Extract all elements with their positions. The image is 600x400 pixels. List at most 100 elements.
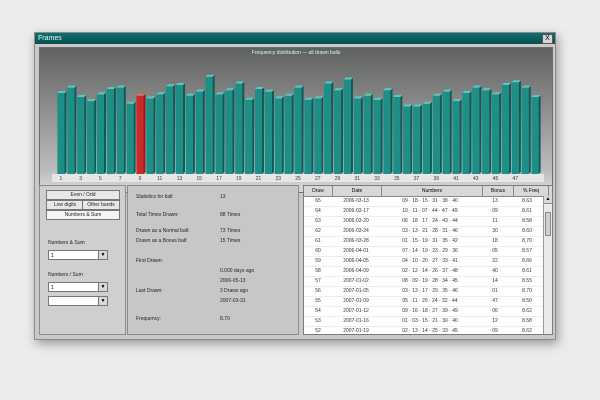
chart-bar[interactable] [57, 91, 67, 174]
chart-bar[interactable] [324, 81, 334, 174]
chart-bar[interactable] [126, 101, 136, 174]
table-row[interactable]: 65 2006-03-13 09 · 18 · 15 · 31 · 38 · 40 1… [304, 197, 552, 207]
chart-bar[interactable] [491, 92, 502, 174]
chart-bar[interactable] [225, 88, 235, 174]
chart-bar[interactable] [403, 104, 413, 175]
chart-bar[interactable] [521, 85, 531, 174]
chart-bar[interactable] [106, 86, 116, 174]
table-row[interactable]: 59 2006-04-05 04 · 10 · 20 · 27 · 33 · 41 2… [304, 257, 552, 267]
chart-bar[interactable] [501, 82, 511, 174]
chart-bar[interactable] [195, 89, 205, 174]
table-row[interactable]: 52 2007-01-19 02 · 13 · 14 · 25 · 33 · 45 0… [304, 327, 552, 334]
chart-bar[interactable] [343, 77, 353, 175]
window-titlebar[interactable]: Frames X [35, 33, 555, 44]
chart-bar[interactable] [274, 96, 284, 174]
table-cell: 2006-03-20 [343, 218, 369, 224]
group3-dropdown[interactable]: ▼ [48, 296, 108, 306]
table-cell: 52 [315, 328, 321, 334]
table-row[interactable]: 56 2007-01-05 03 · 13 · 17 · 29 · 35 · 46 0… [304, 287, 552, 297]
chart-bar[interactable] [472, 85, 482, 174]
stat-label: Last Drawn: [136, 288, 163, 294]
chart-bar[interactable] [383, 88, 393, 174]
table-row[interactable]: 57 2007-01-02 08 · 09 · 19 · 28 · 34 · 45 1… [304, 277, 552, 287]
chart-bar[interactable] [482, 88, 492, 174]
scroll-up-icon[interactable]: ▲ [544, 196, 552, 204]
chart-bar[interactable] [284, 93, 294, 174]
table-row[interactable]: 55 2007-01-09 05 · 11 · 20 · 24 · 32 · 44 4… [304, 297, 552, 307]
chart-bar[interactable] [353, 96, 363, 174]
chevron-down-icon[interactable]: ▼ [98, 297, 107, 305]
table-scrollbar[interactable]: ▲ [543, 196, 552, 334]
chart-bar[interactable] [254, 86, 265, 174]
header-draw[interactable]: Draw [304, 186, 333, 196]
chart-bar[interactable] [304, 97, 314, 174]
stat-label: Statistics for ball: [136, 194, 174, 200]
chart-bar[interactable] [264, 89, 274, 174]
chart-bar[interactable] [175, 82, 186, 174]
chart-bar[interactable] [294, 85, 304, 174]
chart-bar[interactable] [87, 99, 97, 174]
table-row[interactable]: 53 2007-01-16 01 · 03 · 15 · 21 · 30 · 40 1… [304, 317, 552, 327]
table-cell: 62 [315, 228, 321, 234]
chart-bar[interactable] [116, 85, 126, 174]
chart-bar[interactable] [205, 74, 215, 174]
mode-tab-1[interactable]: Even / Odd [46, 190, 120, 200]
table-cell: 2007-01-09 [343, 298, 369, 304]
stat-value: 15 Times [220, 238, 241, 244]
chart-bar[interactable] [67, 85, 77, 174]
mode-tab-2[interactable]: Low digits [46, 200, 84, 210]
group2-dropdown[interactable]: 1 ▼ [48, 282, 108, 292]
chart-bar[interactable] [373, 97, 383, 174]
chevron-down-icon[interactable]: ▼ [98, 283, 107, 291]
sub-tab[interactable]: Numbers & Sum [46, 210, 120, 220]
mode-tab-3[interactable]: Other bands [82, 200, 120, 210]
chart-bar[interactable] [363, 93, 373, 174]
x-tick-label: 17 [216, 176, 222, 182]
table-row[interactable]: 58 2006-04-09 02 · 12 · 14 · 26 · 37 · 48 4… [304, 267, 552, 277]
chart-bar[interactable] [422, 101, 432, 174]
chart-bar[interactable] [245, 97, 255, 174]
chart-bar[interactable] [185, 93, 195, 174]
table-cell: 2007-01-05 [343, 288, 369, 294]
header-freq[interactable]: % Freq [514, 186, 549, 196]
chart-bar[interactable] [77, 95, 87, 174]
chart-bar[interactable] [314, 96, 324, 174]
table-row[interactable]: 63 2006-03-20 06 · 18 · 17 · 24 · 43 · 44 1… [304, 217, 552, 227]
chart-bar[interactable] [452, 99, 462, 174]
table-cell: 8.63 [522, 198, 532, 204]
chart-bar[interactable] [156, 92, 166, 174]
header-numbers[interactable]: Numbers [382, 186, 483, 196]
chart-bar[interactable] [235, 81, 245, 174]
chart-bar[interactable] [412, 104, 423, 175]
draw-history-table[interactable]: Draw Date Numbers Bonus % Freq 65 2006-03… [303, 185, 553, 335]
chart-bar[interactable] [531, 95, 541, 174]
header-date[interactable]: Date [333, 186, 382, 196]
chart-bar[interactable] [136, 93, 146, 174]
chart-bar[interactable] [215, 92, 225, 174]
chart-bar[interactable] [166, 84, 176, 174]
chart-bar[interactable] [333, 88, 344, 174]
scroll-thumb[interactable] [545, 212, 551, 236]
chart-bar[interactable] [511, 80, 521, 174]
chart-bar[interactable] [462, 91, 472, 174]
chevron-down-icon[interactable]: ▼ [98, 251, 107, 259]
chart-bar[interactable] [393, 95, 403, 174]
ball-statistics-panel: Statistics for ball: 13 Total Times Drawn:… [127, 185, 299, 335]
table-cell: 2006-04-09 [343, 268, 369, 274]
chart-bar[interactable] [96, 92, 107, 174]
table-cell: 30 [492, 228, 498, 234]
close-button[interactable]: X [542, 34, 553, 44]
chart-bar[interactable] [146, 96, 156, 174]
stat-value: 88 Times [220, 212, 241, 218]
table-row[interactable]: 54 2007-01-12 09 · 16 · 18 · 27 · 39 · 49 0… [304, 307, 552, 317]
table-row[interactable]: 61 2006-03-28 01 · 15 · 19 · 31 · 35 · 42 1… [304, 237, 552, 247]
header-bonus[interactable]: Bonus [483, 186, 514, 196]
table-row[interactable]: 62 2006-03-24 03 · 13 · 21 · 28 · 31 · 46 3… [304, 227, 552, 237]
table-cell: 09 [492, 328, 498, 334]
table-row[interactable]: 60 2006-04-01 07 · 14 · 19 · 23 · 29 · 36 0… [304, 247, 552, 257]
table-row[interactable]: 64 2006-03-17 10 · 11 · 07 · 44 · 47 · 49 0… [304, 207, 552, 217]
chart-bar[interactable] [442, 89, 452, 174]
group1-dropdown[interactable]: 1 ▼ [48, 250, 108, 260]
x-tick-label: 5 [99, 176, 102, 182]
chart-bar[interactable] [432, 93, 442, 174]
